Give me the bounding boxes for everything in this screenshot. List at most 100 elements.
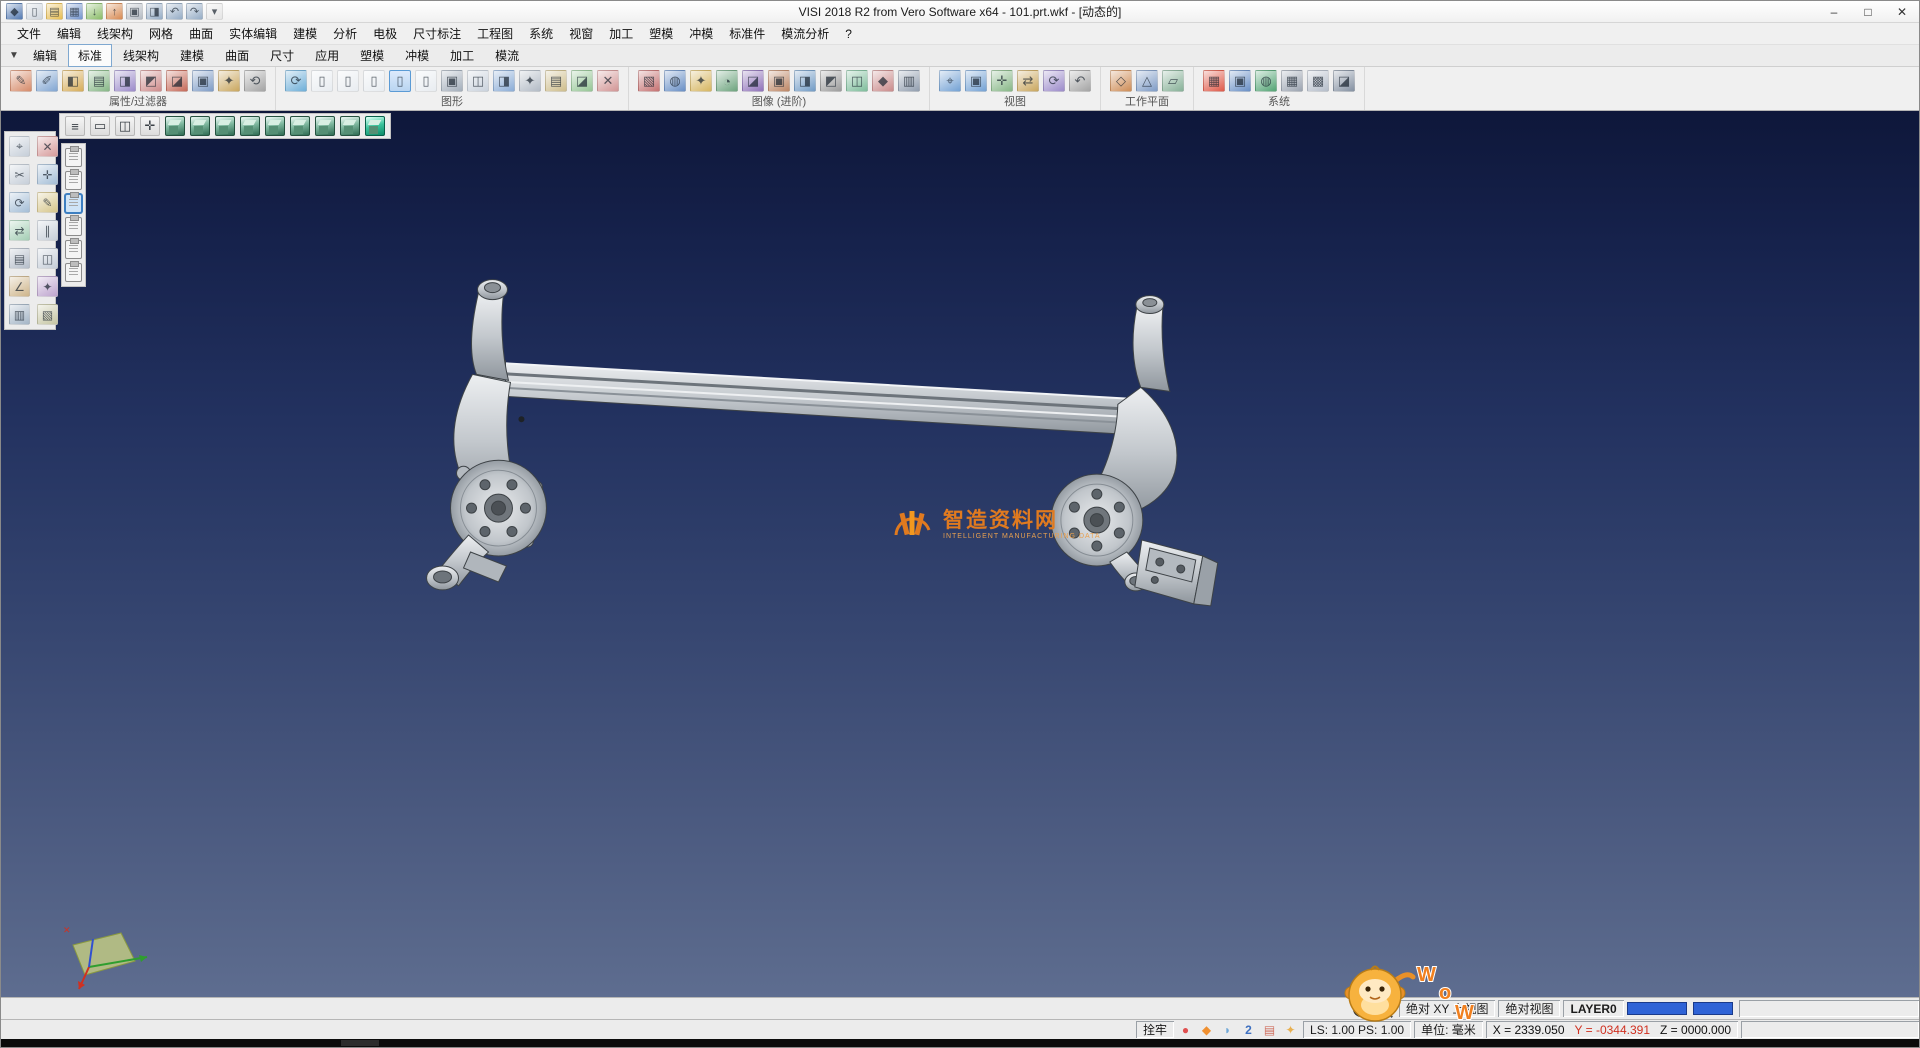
shaded-pill-icon[interactable]: ▯ xyxy=(389,70,411,92)
previous-view-icon[interactable]: ↶ xyxy=(1069,70,1091,92)
new-file-icon[interactable]: ▯ xyxy=(26,3,43,20)
ucs-axis-icon[interactable]: ✛ xyxy=(140,116,160,136)
mask-icon[interactable]: ▣ xyxy=(192,70,214,92)
taskbar-item[interactable] xyxy=(341,1040,379,1046)
grid-icon[interactable]: ▦ xyxy=(1281,70,1303,92)
highlight-icon[interactable]: ✦ xyxy=(218,70,240,92)
menu-item[interactable]: 建模 xyxy=(285,23,325,44)
menu-item[interactable]: 冲模 xyxy=(681,23,721,44)
toolbar-tab[interactable]: 标准 xyxy=(68,44,112,67)
edit-tool-icon[interactable]: ✎ xyxy=(37,192,58,213)
menu-item[interactable]: 曲面 xyxy=(181,23,221,44)
erase-display-icon[interactable]: ✕ xyxy=(597,70,619,92)
absolute-view-indicator[interactable]: 绝对视图 xyxy=(1498,1000,1560,1017)
menu-item[interactable]: 网格 xyxy=(141,23,181,44)
wireframe-pill-icon[interactable]: ▯ xyxy=(311,70,333,92)
save-icon[interactable]: ▦ xyxy=(66,3,83,20)
model-viewport[interactable]: ≡▭◫✛ ⌖✕✂✛⟳✎⇄∥▤◫∠✦▥▧ 智造资料网 INTELLIGENT MA… xyxy=(1,111,1919,997)
clipboard-slot-5-icon[interactable] xyxy=(65,240,82,259)
print-icon[interactable]: ▣ xyxy=(126,3,143,20)
open-file-icon[interactable]: ▤ xyxy=(46,3,63,20)
texture-icon[interactable]: ▧ xyxy=(638,70,660,92)
offset-tool-icon[interactable]: ∥ xyxy=(37,220,58,241)
render-settings-icon[interactable]: ▥ xyxy=(898,70,920,92)
copy-attributes-icon[interactable]: ✐ xyxy=(36,70,58,92)
section-view-icon[interactable]: ◪ xyxy=(742,70,764,92)
workplane-align-icon[interactable]: △ xyxy=(1136,70,1158,92)
toolbar-tab[interactable]: 编辑 xyxy=(23,44,67,67)
zoom-extents-icon[interactable]: ⌖ xyxy=(939,70,961,92)
shadow-icon[interactable]: ◔ xyxy=(716,70,738,92)
doc-blue-icon[interactable]: ◨ xyxy=(493,70,515,92)
mirror-tool-icon[interactable]: ⇄ xyxy=(9,220,30,241)
maximize-button[interactable]: □ xyxy=(1851,1,1885,22)
toolbar-tab[interactable]: 应用 xyxy=(305,44,349,67)
rotate-tool-icon[interactable]: ⟳ xyxy=(9,192,30,213)
view-top-cube-icon[interactable] xyxy=(165,116,185,136)
delete-tool-icon[interactable]: ✕ xyxy=(37,136,58,157)
viewport-menu-icon[interactable]: ≡ xyxy=(65,116,85,136)
magnet-snap-icon[interactable]: ◪ xyxy=(166,70,188,92)
snapshot-icon[interactable]: ▣ xyxy=(768,70,790,92)
view-shaded-cube-icon[interactable] xyxy=(365,116,385,136)
attribute-brush-icon[interactable]: ✎ xyxy=(10,70,32,92)
reset-filter-icon[interactable]: ⟲ xyxy=(244,70,266,92)
qat-dropdown-icon[interactable]: ▾ xyxy=(206,3,223,20)
view-bottom-cube-icon[interactable] xyxy=(290,116,310,136)
plot-icon[interactable]: ◨ xyxy=(146,3,163,20)
toolbar-tab[interactable]: 加工 xyxy=(440,44,484,67)
menu-item[interactable]: 实体编辑 xyxy=(221,23,285,44)
redo-icon[interactable]: ↷ xyxy=(186,3,203,20)
window-multi-icon[interactable]: ◫ xyxy=(115,116,135,136)
close-button[interactable]: ✕ xyxy=(1885,1,1919,22)
menu-item[interactable]: 系统 xyxy=(521,23,561,44)
hidden-line-pill-icon[interactable]: ▯ xyxy=(337,70,359,92)
zoom-in-icon[interactable]: ✛ xyxy=(991,70,1013,92)
view-left-cube-icon[interactable] xyxy=(240,116,260,136)
color-palette-icon[interactable]: ▦ xyxy=(1203,70,1225,92)
visi-app-icon[interactable]: ◆ xyxy=(6,3,23,20)
layer-filter-icon[interactable]: ▤ xyxy=(88,70,110,92)
undo-icon[interactable]: ↶ xyxy=(166,3,183,20)
toolbar-tab[interactable]: 建模 xyxy=(170,44,214,67)
light-icon[interactable]: ✦ xyxy=(690,70,712,92)
record-tray-icon[interactable]: ● xyxy=(1177,1021,1194,1038)
view-right-cube-icon[interactable] xyxy=(265,116,285,136)
snap-lock-toggle[interactable]: 拴牢 xyxy=(1136,1021,1174,1038)
menu-item[interactable]: 尺寸标注 xyxy=(405,23,469,44)
clipboard-slot-3-icon[interactable] xyxy=(65,194,82,213)
toolbar-tab[interactable]: 塑模 xyxy=(350,44,394,67)
toolbar-tab[interactable]: 冲模 xyxy=(395,44,439,67)
menu-item[interactable]: 加工 xyxy=(601,23,641,44)
material-icon[interactable]: ◍ xyxy=(664,70,686,92)
selection-filter-icon[interactable]: ◩ xyxy=(140,70,162,92)
cad-model-torsion-beam-axle[interactable] xyxy=(1,111,1919,997)
toolbar-tab[interactable]: 尺寸 xyxy=(260,44,304,67)
environment-icon[interactable]: ◩ xyxy=(820,70,842,92)
counter-2-tray-icon[interactable]: 2 xyxy=(1240,1021,1257,1038)
redraw-icon[interactable]: ⟳ xyxy=(285,70,307,92)
doc-display-icon[interactable]: ▣ xyxy=(441,70,463,92)
zoom-doc-icon[interactable]: ▤ xyxy=(545,70,567,92)
fox-tray-icon[interactable]: ◆ xyxy=(1198,1021,1215,1038)
menu-item[interactable]: 线架构 xyxy=(89,23,141,44)
toolbar-tab[interactable]: 曲面 xyxy=(215,44,259,67)
menu-item[interactable]: 视窗 xyxy=(561,23,601,44)
table-tray-icon[interactable]: ▤ xyxy=(1261,1021,1278,1038)
background-icon[interactable]: ◨ xyxy=(794,70,816,92)
toolbar-tab[interactable]: 模流 xyxy=(485,44,529,67)
menu-item[interactable]: ? xyxy=(837,25,860,43)
workplane-create-icon[interactable]: ◇ xyxy=(1110,70,1132,92)
view-dimetric-cube-icon[interactable] xyxy=(340,116,360,136)
menu-item[interactable]: 文件 xyxy=(9,23,49,44)
windows-taskbar[interactable] xyxy=(1,1039,1919,1047)
ambient-icon[interactable]: ◆ xyxy=(872,70,894,92)
menu-item[interactable]: 标准件 xyxy=(721,23,773,44)
export-icon[interactable]: ↑ xyxy=(106,3,123,20)
minimize-button[interactable]: – xyxy=(1817,1,1851,22)
view-back-cube-icon[interactable] xyxy=(215,116,235,136)
window-single-icon[interactable]: ▭ xyxy=(90,116,110,136)
perspective-icon[interactable]: ◪ xyxy=(1333,70,1355,92)
move-tool-icon[interactable]: ✛ xyxy=(37,164,58,185)
view-front-cube-icon[interactable] xyxy=(190,116,210,136)
